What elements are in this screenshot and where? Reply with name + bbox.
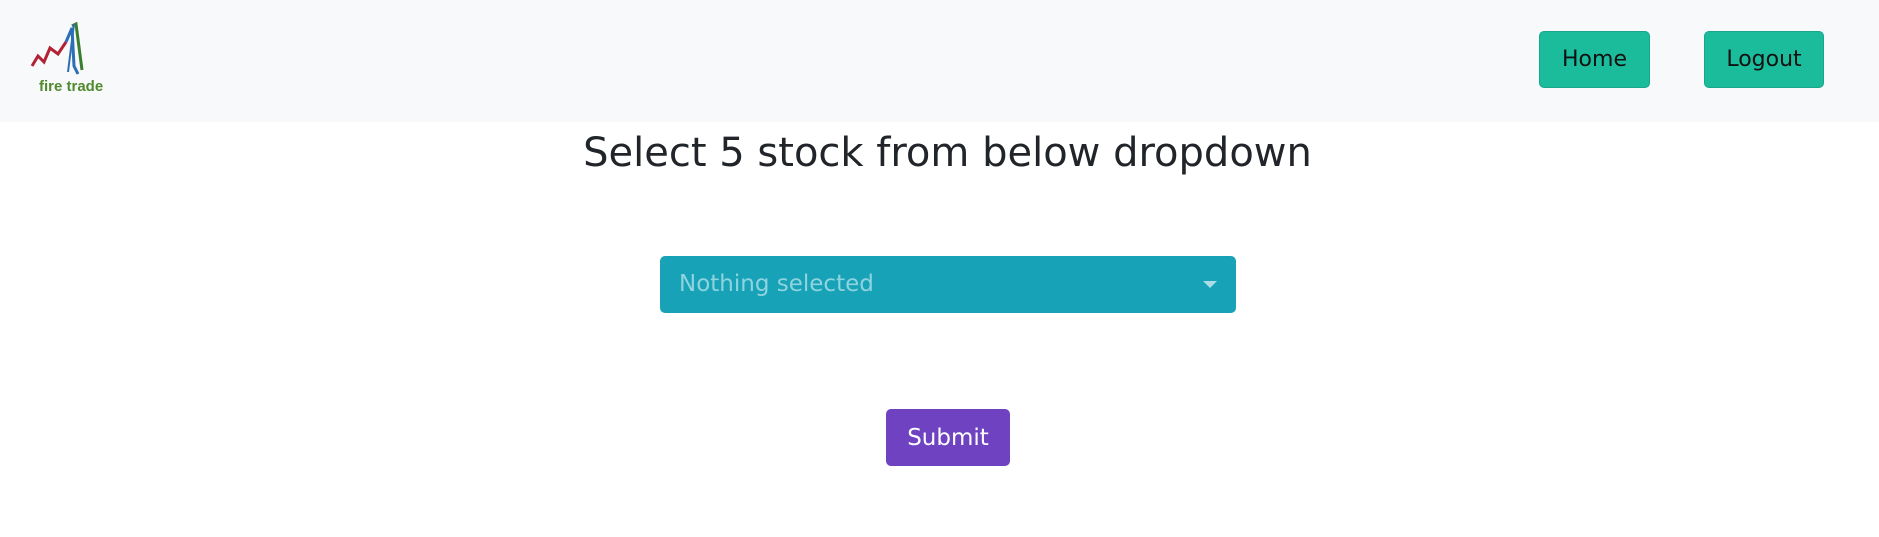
- logout-button[interactable]: Logout: [1704, 31, 1824, 88]
- page-title: Select 5 stock from below dropdown: [583, 130, 1312, 176]
- caret-down-icon: [1203, 281, 1217, 288]
- navbar: fire trade Home Logout: [0, 0, 1879, 122]
- dropdown-selected-value: Nothing selected: [679, 271, 874, 297]
- fire-trade-logo[interactable]: fire trade: [30, 22, 116, 100]
- home-button[interactable]: Home: [1539, 31, 1650, 88]
- stock-select-dropdown[interactable]: Nothing selected: [660, 256, 1236, 313]
- stock-chart-logo-icon: [30, 22, 84, 75]
- logo-text: fire trade: [39, 78, 104, 95]
- submit-button[interactable]: Submit: [886, 409, 1010, 466]
